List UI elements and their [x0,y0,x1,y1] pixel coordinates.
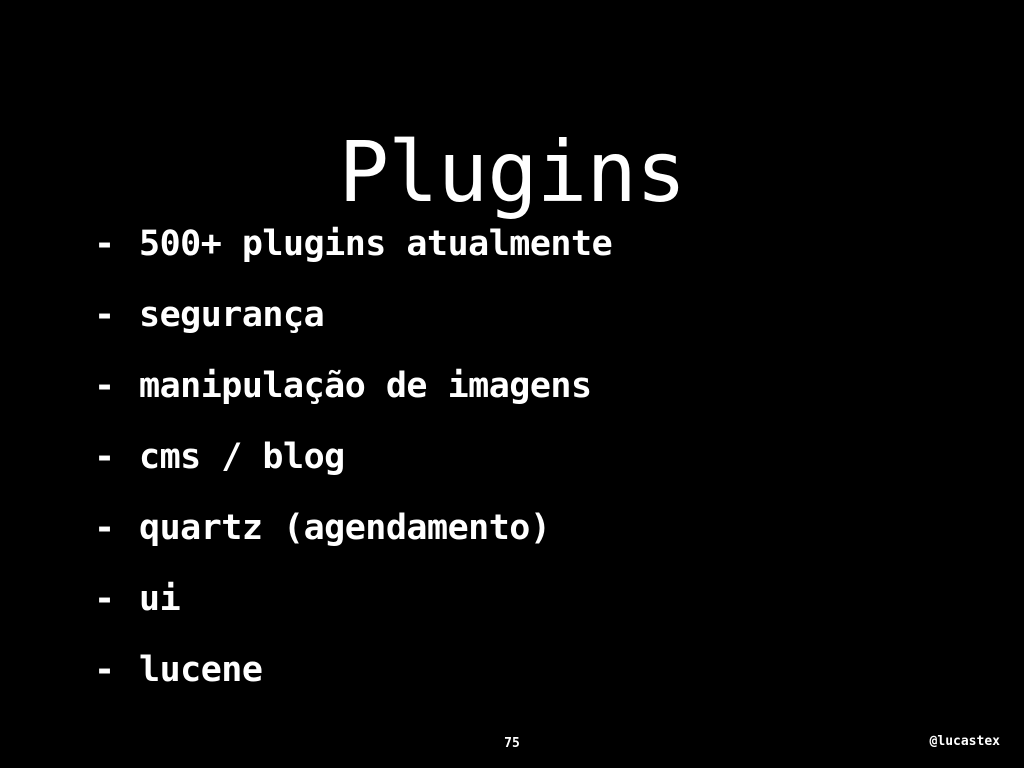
bullet-text: quartz (agendamento) [139,508,551,548]
bullet-marker: - [94,508,115,548]
bullet-marker: - [94,295,115,335]
bullet-marker: - [94,437,115,477]
bullet-marker: - [94,579,115,619]
page-number: 75 [504,736,520,751]
bullet-marker: - [94,224,115,264]
bullet-text: cms / blog [139,437,345,477]
bullet-item: - manipulação de imagens [94,358,612,429]
bullet-item: -500+ plugins atualmente [94,216,613,287]
bullet-item: - quartz (agendamento) [94,500,612,571]
bullet-item: - lucene [94,642,612,713]
author-handle: @lucastex [929,734,1000,749]
bullet-text: lucene [139,650,263,690]
bullet-text: manipulação de imagens [139,366,592,406]
bullet-list: -500+ plugins atualmente - segurança - man… [94,216,613,713]
slide-title: Plugins [338,123,686,222]
bullet-item: - ui [94,571,612,642]
bullet-item: - segurança [94,287,612,358]
slide: Plugins -500+ plugins atualmente - segura… [0,0,1024,768]
bullet-marker: - [94,366,115,406]
bullet-text: ui [139,579,181,619]
bullet-marker: - [94,650,115,690]
bullet-text: segurança [139,295,325,335]
bullet-item: - cms / blog [94,429,612,500]
bullet-text: 500+ plugins atualmente [139,224,613,264]
